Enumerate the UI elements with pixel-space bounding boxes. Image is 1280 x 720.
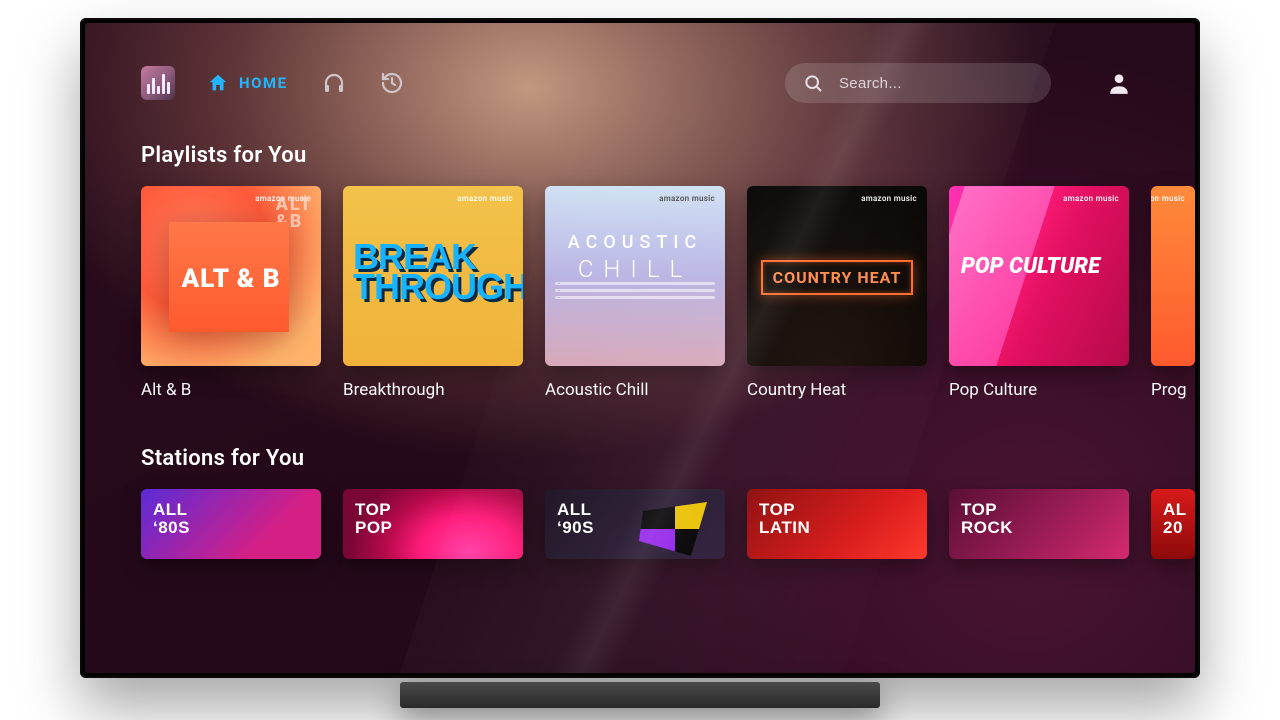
cover-title: COUNTRY HEAT [761, 260, 913, 295]
cover-title: ACOUSTIC CHILL [545, 232, 725, 283]
cover-title: POP CULTURE [961, 254, 1121, 279]
playlist-name: Acoustic Chill [545, 380, 725, 400]
station-card[interactable]: TOPROCK [949, 489, 1129, 559]
playlist-card-partial[interactable]: amazon music Prog [1151, 186, 1195, 400]
station-line: ROCK [961, 518, 1013, 537]
cover-line: ACOUSTIC [568, 232, 702, 253]
primary-nav: HOME [207, 71, 404, 95]
brand-badge: amazon music [861, 194, 917, 203]
station-line: AL [1163, 500, 1187, 519]
station-card[interactable]: ALL‘80S [141, 489, 321, 559]
playlist-artwork: amazon music ALT &B ALT & B [141, 186, 321, 366]
playlist-name: Prog [1151, 380, 1195, 400]
brand-badge: amazon music [659, 194, 715, 203]
station-card[interactable]: TOPLATIN [747, 489, 927, 559]
station-card[interactable]: TOPPOP [343, 489, 523, 559]
app-logo[interactable] [141, 66, 175, 100]
playlist-name: Alt & B [141, 380, 321, 400]
playlist-artwork: amazon music POP CULTURE [949, 186, 1129, 366]
cover-line: CHILL [545, 255, 725, 283]
station-card-partial[interactable]: AL20 [1151, 489, 1195, 559]
playlist-card[interactable]: amazon music COUNTRY HEAT Country Heat [747, 186, 927, 400]
station-card[interactable]: ALL‘90S [545, 489, 725, 559]
station-line: POP [355, 518, 392, 537]
station-line: TOP [961, 500, 997, 519]
station-line: 20 [1163, 518, 1183, 537]
playlist-artwork: amazon music BREAK THROUGH [343, 186, 523, 366]
playlist-card[interactable]: amazon music BREAK THROUGH Breakthrough [343, 186, 523, 400]
playlist-card[interactable]: amazon music ACOUSTIC CHILL Acoustic Chi… [545, 186, 725, 400]
playlist-name: Breakthrough [343, 380, 523, 400]
nav-library[interactable] [322, 71, 346, 95]
search-icon [803, 73, 823, 93]
playlists-row: amazon music ALT &B ALT & B Alt & B amaz… [141, 186, 1195, 400]
brand-badge: amazon music [1063, 194, 1119, 203]
cover-title: ALT & B [141, 264, 321, 294]
playlist-artwork: amazon music [1151, 186, 1195, 366]
brand-badge: amazon music [1151, 194, 1185, 203]
stations-row: ALL‘80S TOPPOP ALL‘90S TOPLATIN TOPROCK [141, 489, 1195, 559]
section-title-playlists: Playlists for You [141, 143, 1195, 168]
history-icon [380, 71, 404, 95]
station-line: TOP [355, 500, 391, 519]
home-icon [207, 72, 229, 94]
playlist-name: Country Heat [747, 380, 927, 400]
screen: HOME [85, 23, 1195, 673]
tv-frame: HOME [80, 18, 1200, 678]
station-line: TOP [759, 500, 795, 519]
nav-home[interactable]: HOME [207, 72, 288, 94]
playlist-card[interactable]: amazon music ALT &B ALT & B Alt & B [141, 186, 321, 400]
user-icon [1106, 70, 1132, 96]
headphones-icon [322, 71, 346, 95]
nav-home-label: HOME [239, 74, 288, 92]
tv-stand [400, 682, 880, 708]
search-input[interactable] [837, 74, 1040, 93]
station-line: LATIN [759, 518, 810, 537]
top-bar: HOME [141, 63, 1195, 103]
station-line: ALL [557, 500, 592, 519]
section-title-stations: Stations for You [141, 446, 1195, 471]
cover-title: BREAK THROUGH [353, 242, 513, 301]
nav-recent[interactable] [380, 71, 404, 95]
playlist-name: Pop Culture [949, 380, 1129, 400]
playlist-artwork: amazon music ACOUSTIC CHILL [545, 186, 725, 366]
station-line: ‘80S [153, 518, 190, 537]
station-line: ‘90S [557, 518, 594, 537]
brand-badge: amazon music [457, 194, 513, 203]
search-field[interactable] [785, 63, 1051, 103]
playlist-artwork: amazon music COUNTRY HEAT [747, 186, 927, 366]
playlist-card[interactable]: amazon music POP CULTURE Pop Culture [949, 186, 1129, 400]
profile-button[interactable] [1099, 63, 1139, 103]
station-line: ALL [153, 500, 188, 519]
cover-line: THROUGH [353, 266, 523, 307]
